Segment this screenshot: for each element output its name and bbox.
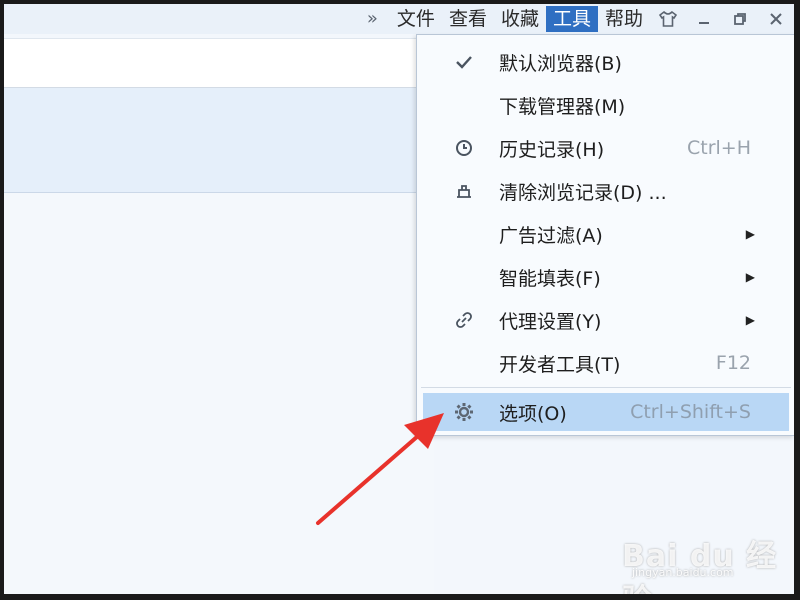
submenu-arrow-icon: ▶: [745, 227, 755, 241]
menu-item-label: 下载管理器(M): [499, 95, 626, 118]
menu-item-shortcut: F12: [715, 352, 751, 374]
browser-window: » 文件 查看 收藏 工具 帮助 默认浏览器(B) 下载管理器(M) 历史记录(…: [4, 4, 794, 594]
double-chevron-right-icon[interactable]: »: [359, 6, 390, 32]
menu-item-label: 清除浏览记录(D) ...: [499, 181, 667, 204]
watermark-brand: Bai du 经验: [622, 539, 778, 594]
submenu-arrow-icon: ▶: [745, 313, 755, 327]
menu-favorites[interactable]: 收藏: [494, 6, 546, 32]
address-bar[interactable]: [4, 38, 434, 88]
gear-icon: [453, 401, 475, 423]
eraser-icon: [453, 180, 475, 202]
menu-item-default-browser[interactable]: 默认浏览器(B): [417, 43, 794, 81]
menu-item-developer-tools[interactable]: 开发者工具(T) F12: [417, 344, 794, 382]
menu-item-autofill[interactable]: 智能填表(F) ▶: [417, 258, 794, 296]
menu-item-options[interactable]: 选项(O) Ctrl+Shift+S: [423, 393, 789, 431]
clock-icon: [453, 137, 475, 159]
menu-separator: [421, 387, 791, 388]
menu-item-shortcut: Ctrl+H: [686, 137, 751, 159]
menu-item-download-manager[interactable]: 下载管理器(M): [417, 86, 794, 124]
menu-tools[interactable]: 工具: [545, 6, 598, 32]
menu-item-label: 默认浏览器(B): [499, 52, 622, 75]
menu-item-label: 广告过滤(A): [499, 224, 603, 247]
menu-item-label: 智能填表(F): [499, 267, 601, 290]
check-icon: [453, 51, 475, 73]
menu-item-shortcut: Ctrl+Shift+S: [630, 401, 751, 423]
restore-icon[interactable]: [722, 6, 758, 32]
menu-item-clear-history[interactable]: 清除浏览记录(D) ...: [417, 172, 794, 210]
toolbar-band: [4, 88, 434, 193]
menu-item-ad-filter[interactable]: 广告过滤(A) ▶: [417, 215, 794, 253]
menu-view[interactable]: 查看: [442, 6, 494, 32]
menu-item-label: 代理设置(Y): [499, 310, 602, 333]
red-arrow-annotation: [316, 413, 444, 525]
menu-item-label: 选项(O): [499, 402, 567, 425]
menu-item-label: 开发者工具(T): [499, 353, 621, 376]
tools-dropdown-menu: 默认浏览器(B) 下载管理器(M) 历史记录(H) Ctrl+H 清除浏览记录(…: [416, 34, 794, 436]
menu-help[interactable]: 帮助: [598, 6, 650, 32]
menu-file[interactable]: 文件: [390, 6, 442, 32]
skin-shirt-icon[interactable]: [650, 6, 686, 32]
menu-item-history[interactable]: 历史记录(H) Ctrl+H: [417, 129, 794, 167]
menu-bar: » 文件 查看 收藏 工具 帮助: [4, 4, 794, 34]
minimize-icon[interactable]: [686, 6, 722, 32]
menu-items: » 文件 查看 收藏 工具 帮助: [359, 4, 794, 34]
menu-item-label: 历史记录(H): [499, 138, 605, 161]
submenu-arrow-icon: ▶: [745, 270, 755, 284]
link-icon: [453, 309, 475, 331]
close-icon[interactable]: [758, 6, 794, 32]
watermark-url: jingyan.baidu.com: [632, 566, 734, 579]
menu-item-proxy-settings[interactable]: 代理设置(Y) ▶: [417, 301, 794, 339]
